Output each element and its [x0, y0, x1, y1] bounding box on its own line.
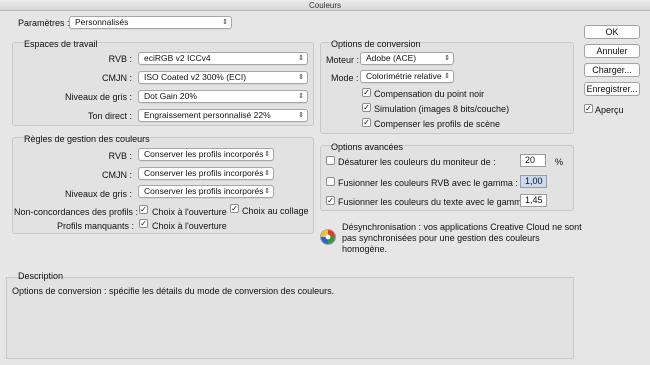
- sync-line-3: homogène.: [342, 244, 388, 254]
- engine-label: Moteur :: [326, 55, 360, 65]
- policy-cmyk-label: CMJN :: [102, 170, 132, 180]
- blend-rgb-checkbox[interactable]: [326, 177, 335, 186]
- settings-value: Personnalisés: [75, 17, 129, 27]
- policy-cmyk-value: Conserver les profils incorporés: [144, 168, 264, 178]
- load-button[interactable]: Charger...: [584, 63, 640, 77]
- working-spaces-title: Espaces de travail: [24, 39, 98, 49]
- blend-rgb-field[interactable]: 1,00: [520, 175, 547, 188]
- desaturate-unit: %: [555, 157, 564, 167]
- cancel-button[interactable]: Annuler: [584, 44, 640, 58]
- missing-label: Profils manquants :: [56, 221, 134, 231]
- sync-line-1: Désynchronisation : vos applications Cre…: [342, 222, 582, 232]
- ws-cmyk-label: CMJN :: [102, 73, 132, 83]
- policy-rgb-select[interactable]: Conserver les profils incorporés ⇕: [138, 148, 274, 161]
- mismatch-open-label: Choix à l'ouverture: [152, 207, 227, 217]
- color-sync-icon: [320, 229, 336, 245]
- policy-rgb-label: RVB :: [108, 151, 132, 161]
- advanced-title: Options avancées: [331, 142, 404, 152]
- policy-cmyk-select[interactable]: Conserver les profils incorporés ⇕: [138, 167, 274, 180]
- policy-gray-value: Conserver les profils incorporés: [144, 186, 264, 196]
- sync-line-2: pas synchronisées pour une gestion des c…: [342, 233, 540, 243]
- preview-checkbox[interactable]: ✓: [584, 104, 593, 113]
- settings-label: Paramètres :: [18, 18, 70, 28]
- ws-cmyk-select[interactable]: ISO Coated v2 300% (ECI) ⇕: [138, 71, 308, 84]
- intent-value: Colorimétrie relative: [366, 71, 442, 81]
- engine-select[interactable]: Adobe (ACE) ⇕: [360, 52, 454, 65]
- intent-select[interactable]: Colorimétrie relative ⇕: [360, 70, 454, 83]
- engine-value: Adobe (ACE): [366, 53, 417, 63]
- ok-button[interactable]: OK: [584, 25, 640, 39]
- select-arrows-icon: ⇕: [298, 112, 304, 119]
- select-arrows-icon: ⇕: [264, 188, 270, 195]
- black-point-checkbox[interactable]: ✓: [362, 88, 371, 97]
- missing-open-label: Choix à l'ouverture: [152, 221, 227, 231]
- select-arrows-icon: ⇕: [298, 55, 304, 62]
- blend-text-checkbox[interactable]: ✓: [326, 196, 335, 205]
- blend-text-label: Fusionner les couleurs du texte avec le …: [338, 197, 532, 207]
- mismatch-open-checkbox[interactable]: ✓: [139, 205, 148, 214]
- ws-gray-select[interactable]: Dot Gain 20% ⇕: [138, 90, 308, 103]
- policies-title: Règles de gestion des couleurs: [24, 134, 150, 144]
- mismatch-paste-label: Choix au collage: [242, 206, 309, 216]
- select-arrows-icon: ⇕: [222, 19, 228, 26]
- select-arrows-icon: ⇕: [444, 73, 450, 80]
- ws-gray-label: Niveaux de gris :: [64, 92, 132, 102]
- ws-spot-value: Engraissement personnalisé 22%: [144, 110, 271, 120]
- settings-select[interactable]: Personnalisés ⇕: [69, 16, 232, 29]
- dither-label: Simulation (images 8 bits/couche): [374, 104, 510, 114]
- select-arrows-icon: ⇕: [444, 55, 450, 62]
- blend-text-field[interactable]: 1,45: [520, 194, 547, 207]
- scene-profiles-checkbox[interactable]: ✓: [362, 118, 371, 127]
- conversion-title: Options de conversion: [331, 39, 421, 49]
- select-arrows-icon: ⇕: [264, 170, 270, 177]
- ws-spot-select[interactable]: Engraissement personnalisé 22% ⇕: [138, 109, 308, 122]
- scene-profiles-label: Compenser les profils de scène: [374, 119, 501, 129]
- desaturate-label: Désaturer les couleurs du moniteur de :: [338, 157, 496, 167]
- ws-rgb-label: RVB :: [108, 54, 132, 64]
- mismatch-label: Non-concordances des profils :: [14, 207, 139, 217]
- window-title: Couleurs: [0, 0, 650, 11]
- policy-gray-select[interactable]: Conserver les profils incorporés ⇕: [138, 185, 274, 198]
- description-text: Options de conversion : spécifie les dét…: [12, 286, 335, 296]
- policy-rgb-value: Conserver les profils incorporés: [144, 149, 264, 159]
- preview-label: Aperçu: [595, 105, 624, 115]
- mismatch-paste-checkbox[interactable]: ✓: [230, 204, 239, 213]
- description-title: Description: [18, 271, 64, 281]
- ws-rgb-select[interactable]: eciRGB v2 ICCv4 ⇕: [138, 52, 308, 65]
- black-point-label: Compensation du point noir: [374, 89, 485, 99]
- ws-spot-label: Ton direct :: [87, 111, 132, 121]
- ws-rgb-value: eciRGB v2 ICCv4: [144, 53, 211, 63]
- dither-checkbox[interactable]: ✓: [362, 103, 371, 112]
- desaturate-field[interactable]: 20: [520, 154, 546, 167]
- save-button[interactable]: Enregistrer...: [584, 82, 640, 96]
- intent-label: Mode :: [331, 73, 359, 83]
- missing-open-checkbox[interactable]: ✓: [139, 219, 148, 228]
- policy-gray-label: Niveaux de gris :: [64, 189, 132, 199]
- select-arrows-icon: ⇕: [298, 93, 304, 100]
- blend-rgb-label: Fusionner les couleurs RVB avec le gamma…: [338, 178, 518, 188]
- ws-cmyk-value: ISO Coated v2 300% (ECI): [144, 72, 247, 82]
- select-arrows-icon: ⇕: [264, 151, 270, 158]
- select-arrows-icon: ⇕: [298, 74, 304, 81]
- desaturate-checkbox[interactable]: [326, 156, 335, 165]
- ws-gray-value: Dot Gain 20%: [144, 91, 197, 101]
